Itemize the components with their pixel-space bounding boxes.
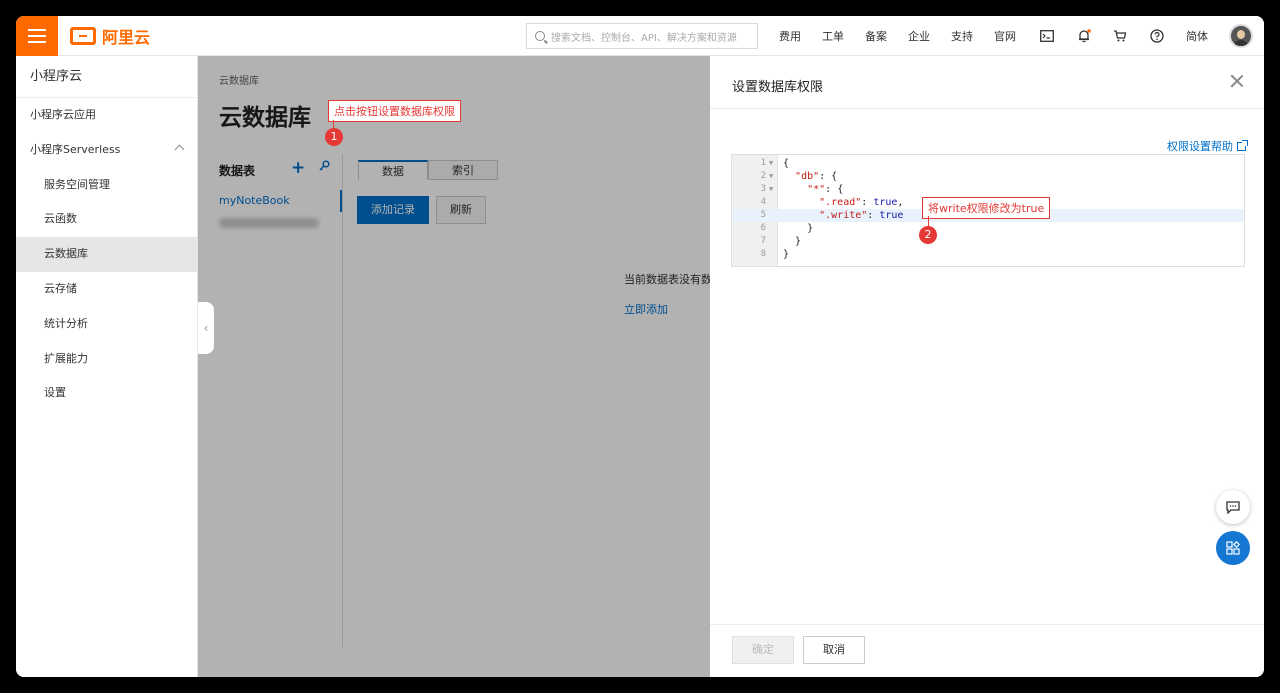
- chevron-up-icon: [174, 144, 185, 155]
- nav-tickets[interactable]: 工单: [822, 28, 844, 44]
- cart-icon[interactable]: [1112, 28, 1128, 44]
- annotation-callout-2: 将write权限修改为true: [922, 197, 1051, 219]
- chevron-left-icon[interactable]: ‹: [198, 302, 214, 354]
- help-link-label: 权限设置帮助: [1167, 140, 1233, 153]
- aliyun-logo-icon: [70, 27, 96, 45]
- fold-icon[interactable]: ▼: [769, 157, 773, 170]
- line-number: 7: [760, 236, 766, 246]
- language-switch[interactable]: 简体: [1186, 28, 1208, 44]
- nav-enterprise[interactable]: 企业: [908, 28, 930, 44]
- sidebar-item-cloud-storage[interactable]: 云存储: [16, 272, 197, 307]
- app-window: 阿里云 搜索文档、控制台、API、解决方案和资源 费用 工单 备案 企业 支持 …: [16, 16, 1264, 677]
- annotation-badge-2: 2: [919, 226, 937, 244]
- code-line[interactable]: 3 ▼ "*": {: [732, 183, 1244, 196]
- sidebar-title: 小程序云: [16, 56, 197, 98]
- nav-fees[interactable]: 费用: [779, 28, 801, 44]
- sidebar-item-miniapp-serverless[interactable]: 小程序Serverless: [16, 133, 197, 168]
- search-input[interactable]: 搜索文档、控制台、API、解决方案和资源: [526, 23, 758, 49]
- code-line[interactable]: 8}: [732, 248, 1244, 261]
- chat-icon[interactable]: [1216, 490, 1250, 524]
- sidebar-item-label: 小程序Serverless: [30, 142, 121, 156]
- search-placeholder: 搜索文档、控制台、API、解决方案和资源: [551, 32, 737, 44]
- line-number: 2: [760, 171, 766, 181]
- sidebar-item-cloud-database[interactable]: 云数据库: [16, 237, 197, 272]
- modal-overlay[interactable]: [198, 56, 710, 677]
- divider: [710, 624, 1264, 625]
- annotation-leader-2: [928, 216, 929, 226]
- annotation-callout-1: 点击按钮设置数据库权限: [328, 100, 461, 122]
- avatar[interactable]: [1229, 24, 1253, 48]
- sidebar-item-miniapp-cloud-app[interactable]: 小程序云应用: [16, 98, 197, 133]
- line-number: 1: [760, 158, 766, 168]
- nav-support[interactable]: 支持: [951, 28, 973, 44]
- sidebar-item-cloud-functions[interactable]: 云函数: [16, 202, 197, 237]
- brand-logo[interactable]: 阿里云: [70, 25, 150, 47]
- close-icon[interactable]: [1229, 73, 1245, 89]
- line-number: 8: [760, 249, 766, 259]
- nav-icp[interactable]: 备案: [865, 28, 887, 44]
- code-line[interactable]: 7 }: [732, 235, 1244, 248]
- top-bar: 阿里云 搜索文档、控制台、API、解决方案和资源 费用 工单 备案 企业 支持 …: [16, 16, 1264, 56]
- sidebar-item-space-management[interactable]: 服务空间管理: [16, 168, 197, 203]
- annotation-badge-1: 1: [325, 128, 343, 146]
- bell-icon[interactable]: [1076, 28, 1092, 44]
- line-number: 4: [760, 197, 766, 207]
- terminal-icon[interactable]: [1039, 28, 1055, 44]
- permission-help-link[interactable]: 权限设置帮助: [1167, 138, 1248, 154]
- line-number: 3: [760, 184, 766, 194]
- divider: [710, 108, 1264, 109]
- line-number: 6: [760, 223, 766, 233]
- sidebar-item-extensions[interactable]: 扩展能力: [16, 342, 197, 377]
- sidebar-item-analytics[interactable]: 统计分析: [16, 307, 197, 342]
- cancel-button[interactable]: 取消: [803, 636, 865, 664]
- sidebar-item-settings[interactable]: 设置: [16, 376, 197, 411]
- code-line[interactable]: 2 ▼ "db": {: [732, 170, 1244, 183]
- menu-icon[interactable]: [16, 16, 58, 56]
- nav-official-site[interactable]: 官网: [994, 28, 1016, 44]
- apps-icon[interactable]: [1216, 531, 1250, 565]
- brand-name: 阿里云: [102, 28, 151, 47]
- search-icon: [535, 31, 545, 41]
- permission-drawer: 设置数据库权限 权限设置帮助 1 ▼{ 2 ▼ "db": { 3 ▼ "*": { …: [710, 56, 1264, 677]
- fold-icon[interactable]: ▼: [769, 170, 773, 183]
- fold-icon[interactable]: ▼: [769, 183, 773, 196]
- external-link-icon: [1237, 139, 1248, 151]
- help-icon[interactable]: [1149, 28, 1165, 44]
- code-line[interactable]: 6 }: [732, 222, 1244, 235]
- confirm-button[interactable]: 确定: [732, 636, 794, 664]
- drawer-title: 设置数据库权限: [732, 80, 824, 95]
- sidebar: 小程序云 小程序云应用 小程序Serverless 服务空间管理 云函数 云数据…: [16, 56, 198, 677]
- line-number: 5: [760, 210, 766, 220]
- top-nav: 费用 工单 备案 企业 支持 官网: [779, 16, 1037, 56]
- code-line[interactable]: 1 ▼{: [732, 157, 1244, 170]
